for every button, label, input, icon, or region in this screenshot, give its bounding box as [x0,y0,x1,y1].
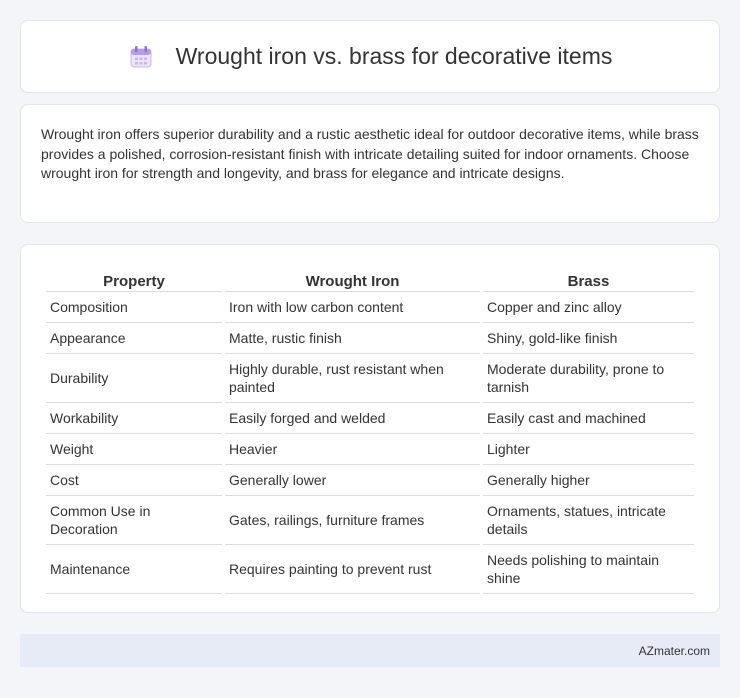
table-cell: Requires painting to prevent rust [225,545,480,594]
table-row: Appearance Matte, rustic finish Shiny, g… [46,323,694,354]
table-cell: Maintenance [46,545,222,594]
table-cell: Moderate durability, prone to tarnish [483,354,694,403]
table-row: Maintenance Requires painting to prevent… [46,545,694,594]
page-title: Wrought iron vs. brass for decorative it… [175,43,613,69]
column-header: Brass [483,265,694,292]
table-cell: Durability [46,354,222,403]
table-cell: Shiny, gold-like finish [483,323,694,354]
footer-bar: AZmater.com [20,634,720,667]
table-row: Durability Highly durable, rust resistan… [46,354,694,403]
table-cell: Lighter [483,434,694,465]
calendar-icon [130,45,152,67]
table-cell: Highly durable, rust resistant when pain… [225,354,480,403]
column-header: Property [46,265,222,292]
table-row: Common Use in Decoration Gates, railings… [46,496,694,545]
table-cell: Composition [46,292,222,323]
comparison-card: Property Wrought Iron Brass Composition … [20,244,720,613]
table-cell: Gates, railings, furniture frames [225,496,480,545]
table-cell: Workability [46,403,222,434]
title-card: Wrought iron vs. brass for decorative it… [20,20,720,93]
table-row: Cost Generally lower Generally higher [46,465,694,496]
table-row: Composition Iron with low carbon content… [46,292,694,323]
table-cell: Ornaments, statues, intricate details [483,496,694,545]
comparison-table: Property Wrought Iron Brass Composition … [43,265,697,594]
table-row: Workability Easily forged and welded Eas… [46,403,694,434]
table-cell: Generally higher [483,465,694,496]
table-cell: Generally lower [225,465,480,496]
table-cell: Cost [46,465,222,496]
table-cell: Iron with low carbon content [225,292,480,323]
table-cell: Easily cast and machined [483,403,694,434]
table-cell: Easily forged and welded [225,403,480,434]
table-header-row: Property Wrought Iron Brass [46,265,694,292]
summary-card: Wrought iron offers superior durability … [20,104,720,223]
table-row: Weight Heavier Lighter [46,434,694,465]
footer-brand[interactable]: AZmater.com [639,644,710,658]
table-cell: Heavier [225,434,480,465]
table-cell: Common Use in Decoration [46,496,222,545]
summary-text: Wrought iron offers superior durability … [41,126,699,181]
table-cell: Matte, rustic finish [225,323,480,354]
column-header: Wrought Iron [225,265,480,292]
table-cell: Copper and zinc alloy [483,292,694,323]
table-cell: Appearance [46,323,222,354]
table-cell: Needs polishing to maintain shine [483,545,694,594]
table-cell: Weight [46,434,222,465]
